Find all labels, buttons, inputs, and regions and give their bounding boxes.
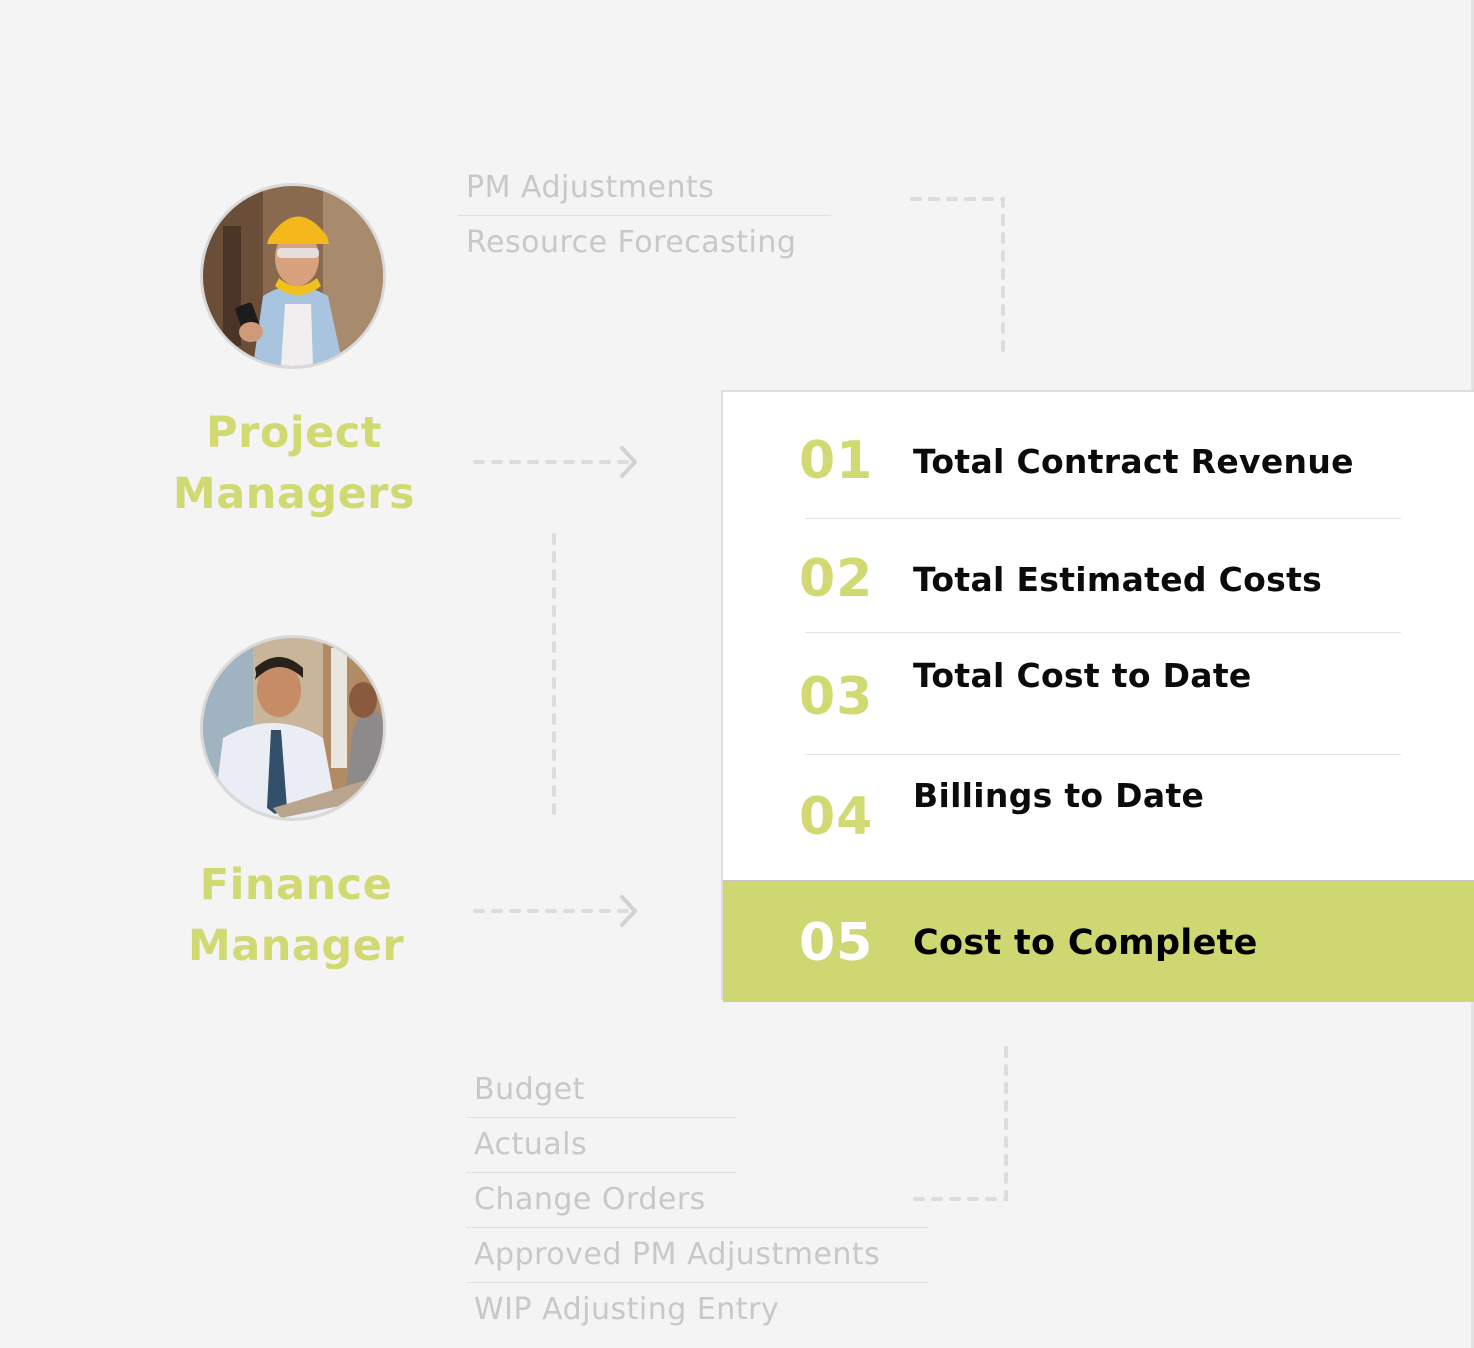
metric-row: 04 Billings to Date [723,776,1474,850]
finance-inputs-connector [913,1045,1008,1201]
pm-inputs-list: PM Adjustments Resource Forecasting [458,161,831,270]
metric-number: 03 [799,667,874,727]
finance-inputs-list: Budget Actuals Change Orders Approved PM… [466,1063,928,1337]
finance-input-item: Actuals [474,1127,588,1162]
metric-row: 03 Total Cost to Date [723,656,1474,730]
pm-input-item: Resource Forecasting [466,225,797,260]
metric-number: 01 [799,431,874,491]
project-managers-title: Project Managers [150,403,438,525]
metric-divider [805,518,1401,519]
pm-input-item: PM Adjustments [466,170,715,205]
finance-input-item: Change Orders [474,1182,706,1217]
role-title-line: Finance [199,860,393,910]
businessman-photo [203,638,383,818]
pm-inputs-connector [910,197,1005,354]
metric-number: 05 [799,913,874,973]
role-title-line: Manager [187,921,405,971]
finance-input-item: Budget [474,1072,585,1107]
finance-input-item: WIP Adjusting Entry [474,1292,780,1327]
finance-input-item: Approved PM Adjustments [474,1237,881,1272]
role-title-line: Managers [172,469,416,519]
metric-label: Cost to Complete [913,923,1258,963]
metric-divider [805,754,1401,755]
metric-label: Total Contract Revenue [913,441,1354,481]
project-manager-avatar [200,183,386,369]
finance-manager-avatar [200,635,386,821]
wip-metrics-card: 01 Total Contract Revenue 02 Total Estim… [721,390,1474,1002]
metric-row: 01 Total Contract Revenue [723,428,1474,494]
metric-row: 05 Cost to Complete [723,910,1474,976]
construction-worker-photo [203,186,383,366]
metric-row: 02 Total Estimated Costs [723,546,1474,612]
metric-label: Total Cost to Date [913,656,1252,695]
metric-label: Billings to Date [913,776,1205,815]
finance-manager-title: Finance Manager [150,855,442,977]
metric-divider [805,632,1401,633]
metric-number: 02 [799,549,874,609]
metric-label: Total Estimated Costs [913,559,1323,599]
highlighted-metric-row: 05 Cost to Complete [723,880,1474,1002]
role-title-line: Project [206,408,382,458]
metric-number: 04 [799,787,874,847]
